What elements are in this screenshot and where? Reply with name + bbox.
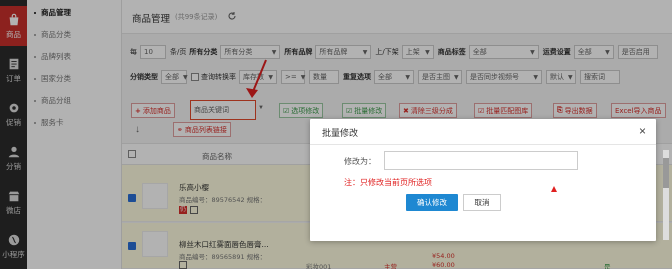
modify-to-input[interactable] — [384, 151, 578, 170]
red-triangle-marker-icon — [551, 186, 557, 192]
dialog-note: 注：只修改当前页所选项 — [344, 178, 432, 187]
cancel-button[interactable]: 取消 — [463, 194, 501, 211]
batch-edit-dialog: 批量修改 × 修改为： 注：只修改当前页所选项 确认修改 取消 — [310, 119, 656, 241]
scrollbar-thumb[interactable] — [663, 158, 669, 188]
dialog-title: 批量修改 — [322, 129, 359, 139]
dialog-divider — [310, 144, 656, 145]
confirm-edit-button[interactable]: 确认修改 — [406, 194, 458, 211]
modify-to-label: 修改为： — [344, 157, 376, 166]
close-icon[interactable]: × — [639, 124, 646, 138]
